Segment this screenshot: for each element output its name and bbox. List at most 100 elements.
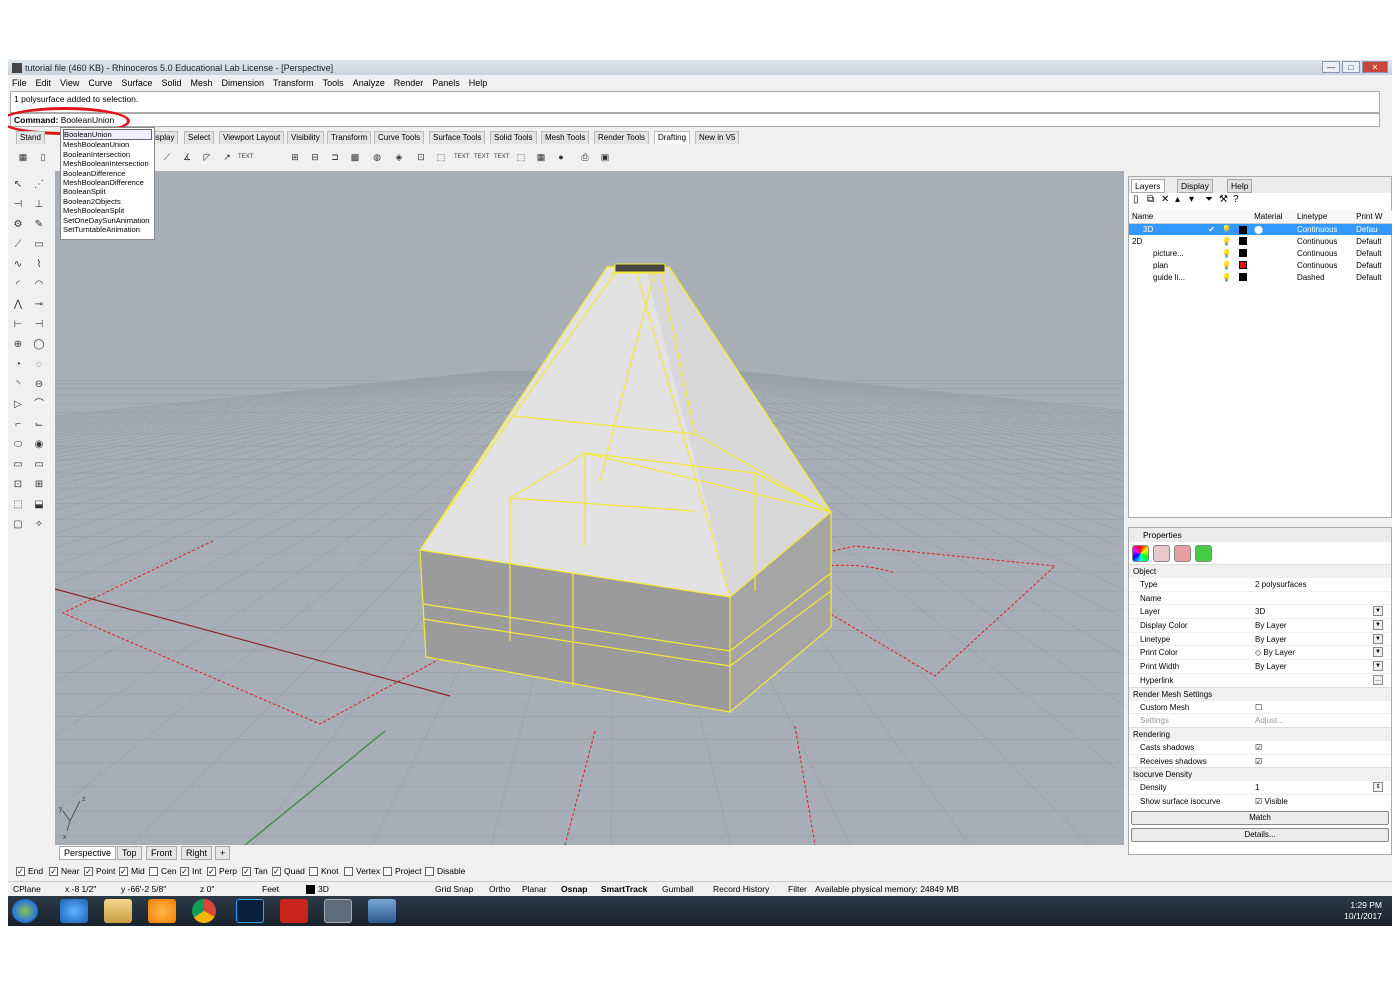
media-player-icon[interactable] [148, 899, 176, 923]
help-icon[interactable]: ? [1233, 194, 1239, 205]
rectangle-icon[interactable]: ▭ [32, 238, 46, 252]
tab-surface-tools[interactable]: Surface Tools [429, 131, 486, 144]
dot-icon[interactable]: ● [554, 150, 568, 164]
leader-icon[interactable]: ↗ [220, 150, 234, 164]
layer-row[interactable]: plan 💡 Continuous Default [1129, 259, 1392, 271]
cplane-label[interactable]: CPlane [13, 884, 41, 894]
column-print-width[interactable]: Print W [1353, 211, 1392, 224]
layer-color-swatch[interactable] [1239, 261, 1248, 270]
start-button-icon[interactable] [12, 899, 38, 923]
tab-select[interactable]: Select [184, 131, 215, 144]
prop-value[interactable]: 3D [1255, 607, 1265, 616]
osnap-checkbox-quad[interactable]: ✓ [272, 867, 281, 876]
ellipse-icon[interactable]: ◔ [11, 358, 25, 372]
osnap-checkbox-near[interactable]: ✓ [49, 867, 58, 876]
point-icon[interactable]: ⋰ [32, 178, 46, 192]
tab-front[interactable]: Front [146, 846, 178, 860]
autocomplete-item[interactable]: MeshBooleanUnion [63, 140, 152, 149]
tab-standard[interactable]: Stand [16, 131, 45, 144]
menu-view[interactable]: View [60, 78, 79, 88]
delete-layer-icon[interactable]: ✕ [1161, 194, 1169, 205]
acrobat-icon[interactable] [280, 899, 308, 923]
tab-new-in-v5[interactable]: New in V5 [695, 131, 740, 144]
circle-icon[interactable]: ◯ [32, 338, 46, 352]
print-icon[interactable]: ⎙ [578, 150, 592, 164]
menu-render[interactable]: Render [394, 78, 424, 88]
autocomplete-item[interactable]: MeshBooleanDifference [63, 178, 152, 187]
osnap-toggle[interactable]: Osnap [561, 884, 587, 894]
tab-help-panel[interactable]: Help [1227, 179, 1253, 193]
menu-dimension[interactable]: Dimension [221, 78, 264, 88]
curve-blend-icon[interactable]: ⌒ [32, 398, 46, 412]
circle-center-icon[interactable]: ⊕ [11, 338, 25, 352]
extrude-icon[interactable]: ⊞ [32, 478, 46, 492]
photoshop-icon[interactable] [236, 899, 264, 923]
layer-color-swatch[interactable] [1239, 249, 1248, 258]
grid-snap-toggle[interactable]: Grid Snap [435, 884, 473, 894]
menu-help[interactable]: Help [469, 78, 488, 88]
chrome-icon[interactable] [192, 899, 216, 923]
layer-color-swatch[interactable] [1239, 237, 1248, 246]
column-linetype[interactable]: Linetype [1293, 211, 1354, 224]
tab-viewport-layout[interactable]: Viewport Layout [219, 131, 285, 144]
dropdown-arrow-icon[interactable]: ▼ [1373, 661, 1383, 672]
trim-icon[interactable]: ⊢ [11, 318, 25, 332]
tab-visibility[interactable]: Visibility [287, 131, 324, 144]
tab-render-tools[interactable]: Render Tools [594, 131, 649, 144]
make-2d-icon[interactable]: ⬚ [434, 150, 448, 164]
menu-analyze[interactable]: Analyze [353, 78, 385, 88]
osnap-checkbox-perp[interactable]: ✓ [207, 867, 216, 876]
material-properties-icon[interactable] [1153, 545, 1170, 562]
browse-button[interactable]: … [1373, 674, 1383, 685]
tab-layers[interactable]: Layers [1131, 179, 1165, 193]
slot-icon[interactable]: ▭ [32, 458, 46, 472]
match-button[interactable]: Match [1131, 810, 1389, 825]
circle-3pt-icon[interactable]: ◌ [32, 358, 46, 372]
select-arrow-icon[interactable]: ↖ [11, 178, 25, 192]
dimension-circle-icon[interactable]: ⊖ [32, 378, 46, 392]
pencil-icon[interactable]: ✎ [32, 218, 46, 232]
prop-value[interactable]: By Layer [1255, 662, 1287, 671]
command-line[interactable]: Command: BooleanUnion [10, 113, 1380, 127]
gumball-toggle[interactable]: Gumball [662, 884, 694, 894]
layer-row[interactable]: 2D 💡 Continuous Default [1129, 235, 1392, 247]
smarttrack-toggle[interactable]: SmartTrack [601, 884, 647, 894]
tab-solid-tools[interactable]: Solid Tools [490, 131, 537, 144]
tab-mesh-tools[interactable]: Mesh Tools [541, 131, 590, 144]
tools-icon[interactable]: ⚒ [1219, 194, 1228, 205]
current-layer[interactable]: 3D [318, 884, 329, 894]
new-layer-icon[interactable]: ▯ [1133, 194, 1139, 205]
osnap-checkbox-point[interactable]: ✓ [84, 867, 93, 876]
menu-solid[interactable]: Solid [161, 78, 181, 88]
autocomplete-item[interactable]: BooleanUnion [63, 129, 152, 141]
tab-perspective[interactable]: Perspective [59, 846, 117, 860]
menu-mesh[interactable]: Mesh [190, 78, 212, 88]
array-icon[interactable]: ⬓ [32, 498, 46, 512]
prop-value[interactable]: By Layer [1255, 621, 1287, 630]
text-style-icon[interactable]: TEXT [454, 150, 469, 164]
layer-row[interactable]: picture... 💡 Continuous Default [1129, 247, 1392, 259]
perspective-viewport[interactable]: z y x [55, 171, 1124, 845]
lightbulb-icon[interactable]: 💡 [1219, 259, 1237, 271]
menu-file[interactable]: File [12, 78, 27, 88]
decal-icon[interactable] [1195, 545, 1212, 562]
block-icon[interactable]: ⊟ [308, 150, 322, 164]
menu-transform[interactable]: Transform [273, 78, 314, 88]
autocomplete-item[interactable]: Boolean2Objects [63, 197, 152, 206]
osnap-checkbox-end[interactable]: ✓ [16, 867, 25, 876]
osnap-checkbox-disable[interactable] [425, 867, 434, 876]
new-document-icon[interactable]: ▯ [36, 150, 50, 164]
dropdown-arrow-icon[interactable]: ▼ [1373, 620, 1383, 631]
column-material[interactable]: Material [1251, 211, 1294, 224]
osnap-checkbox-project[interactable] [383, 867, 392, 876]
spinner-icon[interactable]: ⇕ [1373, 782, 1383, 793]
details-button[interactable]: Details... [1131, 827, 1389, 842]
tab-top[interactable]: Top [117, 846, 142, 860]
arc-tangent-icon[interactable]: ◝ [11, 378, 25, 392]
hatch-boundary-icon[interactable]: ◈ [392, 150, 406, 164]
tab-drafting[interactable]: Drafting [654, 131, 691, 144]
layer-color-swatch[interactable] [1239, 273, 1248, 282]
menu-surface[interactable]: Surface [121, 78, 152, 88]
osnap-checkbox-cen[interactable] [149, 867, 158, 876]
snap-icon[interactable]: ⊥ [32, 198, 46, 212]
